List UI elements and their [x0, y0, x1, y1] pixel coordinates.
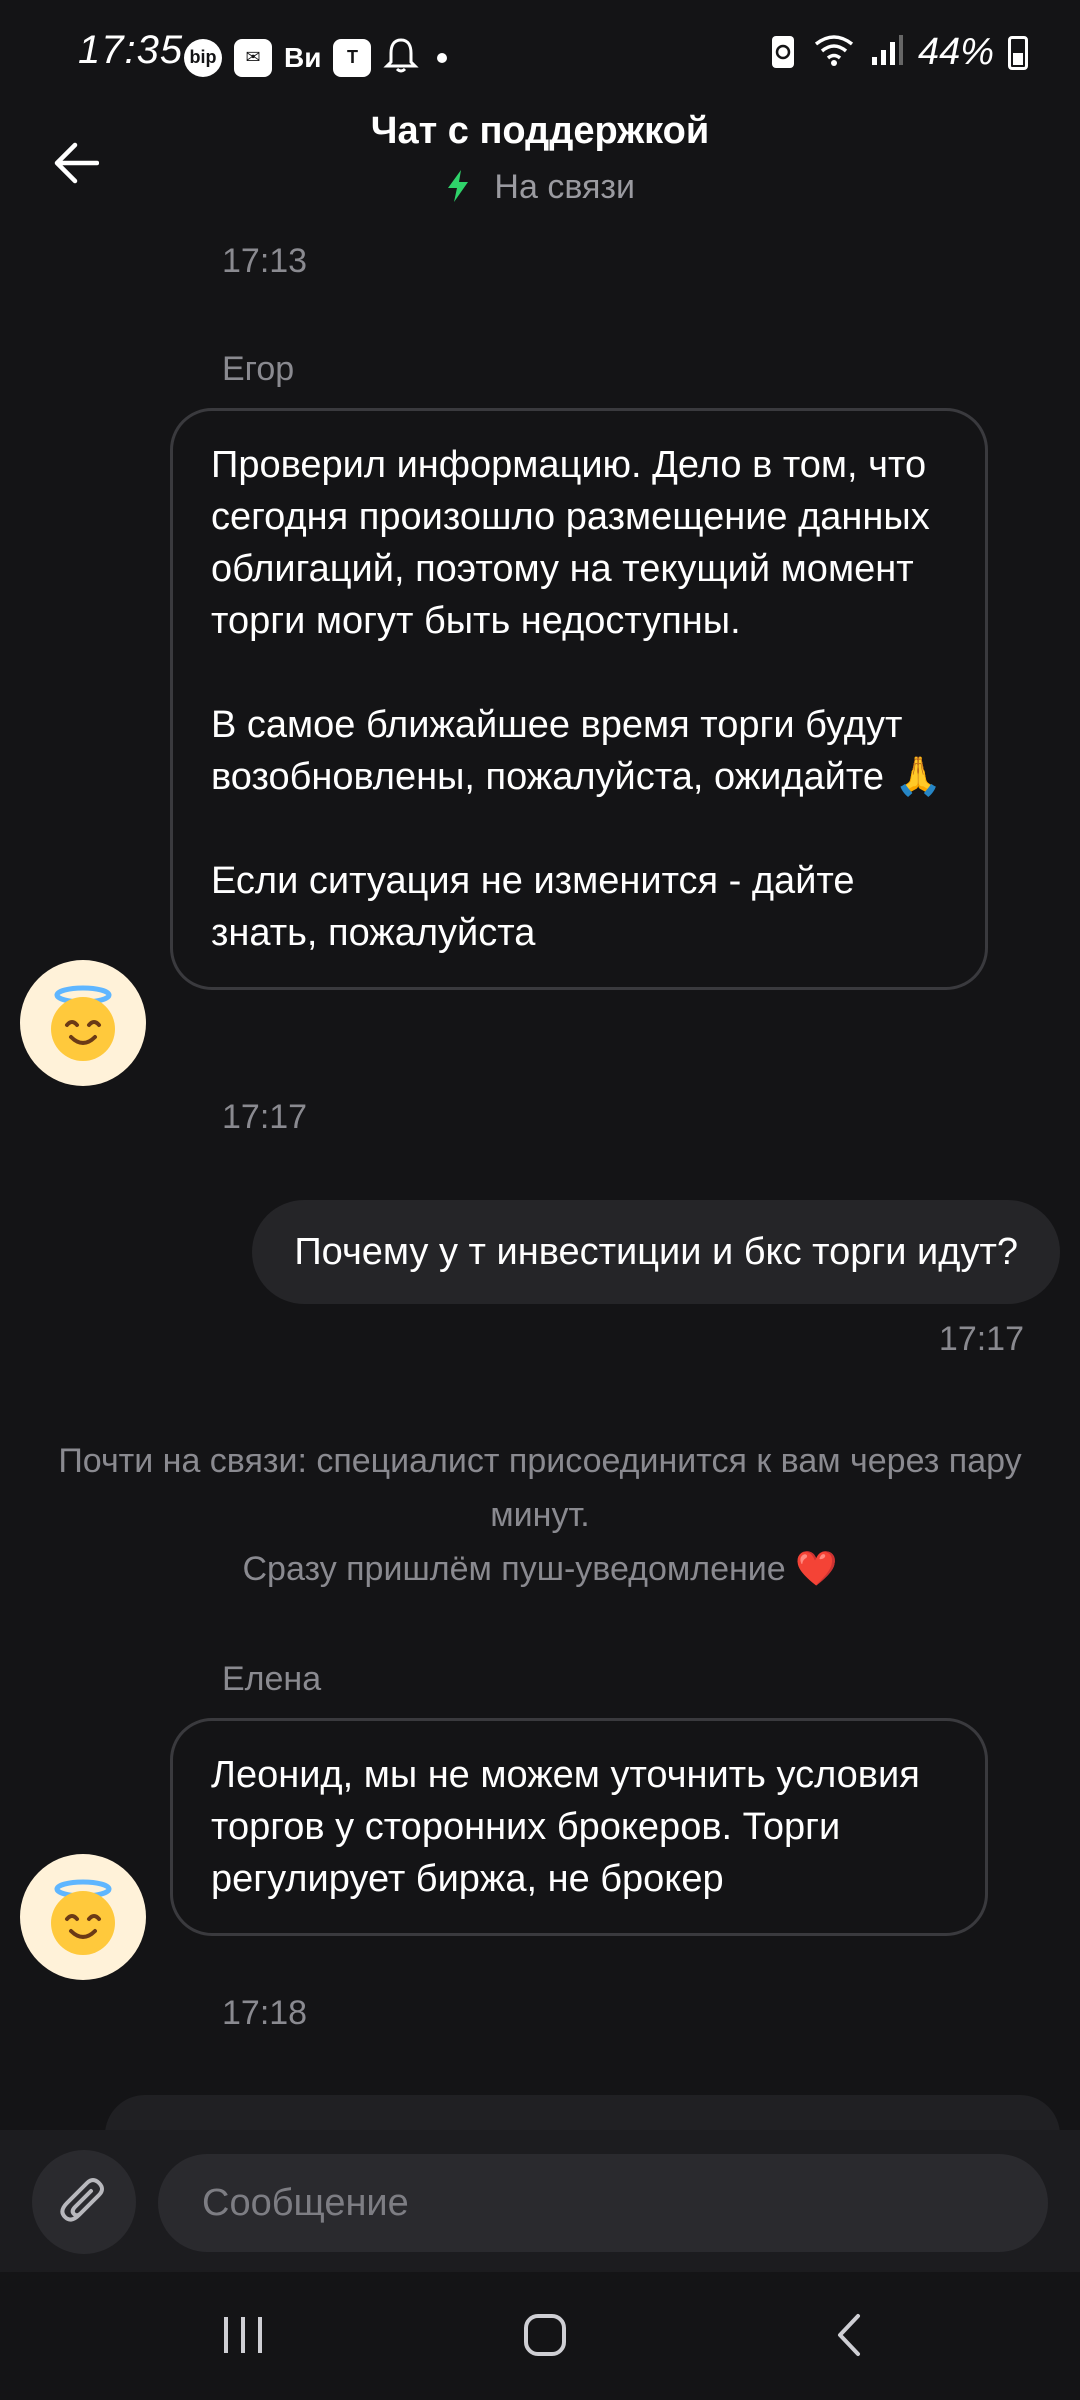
message-timestamp: 17:17: [222, 1098, 308, 1136]
system-notice-line: Сразу пришлём пуш-уведомление ❤️: [242, 1550, 838, 1588]
status-bar: 17:35 bip ✉ Ви T 44%: [0, 0, 1080, 120]
battery-icon: [1008, 35, 1028, 70]
signal-icon: [870, 33, 904, 72]
tinkoff-icon: T: [333, 38, 372, 77]
wifi-icon: [812, 32, 856, 73]
chevron-left-icon: [838, 2314, 860, 2356]
sender-name: Егор: [222, 350, 295, 388]
message-paragraph: Леонид, мы не можем уточнить условия тор…: [211, 1754, 920, 1900]
outgoing-message[interactable]: Почему у т инвестиции и бкс торги идут?: [252, 1200, 1060, 1304]
mail-icon: ✉: [234, 38, 272, 77]
system-notice: Почти на связи: специалист присоединится…: [40, 1434, 1040, 1596]
message-input[interactable]: [158, 2154, 1048, 2252]
message-list[interactable]: 17:13 Егор Проверил информацию. Дело в т…: [0, 220, 1080, 2130]
attach-button[interactable]: [32, 2150, 136, 2254]
typing-dots: ...: [153, 2107, 194, 2130]
status-time: 17:35: [78, 28, 184, 72]
bip-icon: bip: [184, 38, 222, 77]
vk-icon: Ви: [284, 41, 322, 73]
system-nav-bar: [0, 2272, 1080, 2400]
online-status-label: На связи: [494, 168, 636, 206]
chat-header: Чат с поддержкой На связи: [0, 110, 1080, 220]
incoming-message[interactable]: Проверил информацию. Дело в том, что сег…: [170, 408, 988, 990]
avatar[interactable]: [20, 1854, 146, 1980]
message-timestamp: 17:17: [938, 1320, 1024, 1358]
message-paragraph: Если ситуация не изменится - дайте знать…: [211, 860, 855, 954]
recent-apps-button[interactable]: [198, 2300, 288, 2370]
bell-icon: [383, 36, 420, 79]
system-notice-line: Почти на связи: специалист присоединится…: [58, 1442, 1022, 1534]
incoming-message[interactable]: Леонид, мы не можем уточнить условия тор…: [170, 1718, 988, 1936]
online-status: На связи: [0, 168, 1080, 207]
page-title: Чат с поддержкой: [370, 110, 710, 152]
notification-dot: [437, 52, 448, 63]
message-timestamp: 17:18: [222, 1994, 308, 2032]
composer-bar: [0, 2130, 1080, 2272]
typing-indicator: ...: [105, 2095, 1060, 2130]
battery-percent: 44%: [917, 31, 994, 73]
message-paragraph: В самое ближайшее время торги будут возо…: [211, 704, 942, 798]
sender-name: Елена: [222, 1660, 322, 1698]
recent-apps-icon: [224, 2317, 262, 2353]
angel-emoji-icon: [51, 1879, 115, 1955]
lightning-icon: [445, 168, 480, 206]
angel-emoji-icon: [51, 985, 115, 1061]
paperclip-icon: [60, 2178, 104, 2222]
message-paragraph: Проверил информацию. Дело в том, что сег…: [211, 444, 930, 642]
avatar[interactable]: [20, 960, 146, 1086]
home-button[interactable]: [500, 2300, 590, 2370]
nav-back-button[interactable]: [804, 2300, 894, 2370]
message-timestamp: 17:13: [222, 242, 308, 280]
home-icon: [524, 2314, 566, 2356]
support-chat-screen: 17:35 bip ✉ Ви T 44% Чат с поддержкой На…: [0, 0, 1080, 2400]
data-saver-icon: [768, 30, 798, 75]
